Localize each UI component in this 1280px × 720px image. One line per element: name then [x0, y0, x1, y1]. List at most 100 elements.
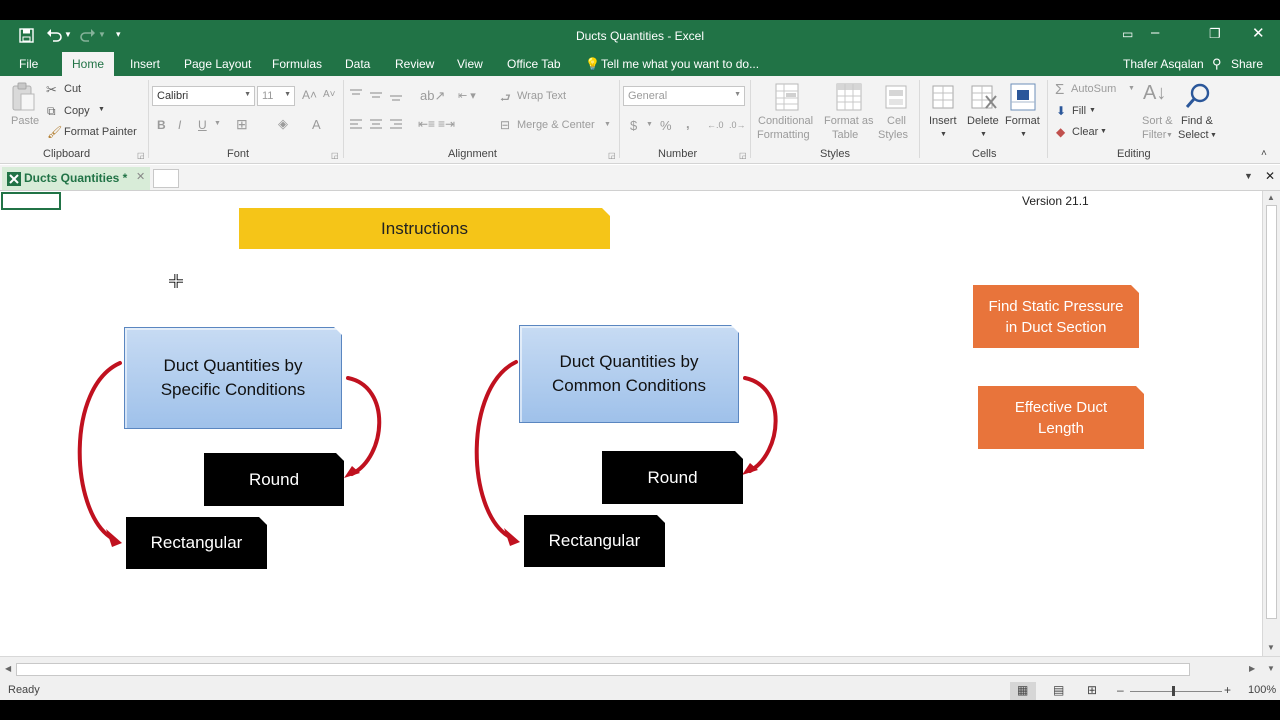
normal-view-icon[interactable]: ▦	[1017, 683, 1028, 697]
tab-page-layout[interactable]: Page Layout	[184, 57, 251, 71]
increase-decimal-icon[interactable]: ←.0	[707, 120, 724, 130]
number-format-combo[interactable]: General ▼	[623, 86, 745, 106]
workbook-tab[interactable]: Ducts Quantities * ✕	[2, 167, 150, 190]
tab-home[interactable]: Home	[62, 52, 115, 76]
cut-button[interactable]: Cut	[64, 83, 81, 95]
bold-button[interactable]: B	[157, 118, 166, 132]
insert-dropdown-icon[interactable]: ▼	[940, 131, 947, 138]
font-size-combo[interactable]: 11 ▼	[257, 86, 295, 106]
tab-list-dropdown-icon[interactable]: ▼	[1244, 171, 1253, 181]
delete-dropdown-icon[interactable]: ▼	[980, 131, 987, 138]
conditional-formatting-icon[interactable]	[774, 82, 802, 114]
tab-office-tab[interactable]: Office Tab	[507, 57, 561, 71]
fill-button[interactable]: Fill	[1072, 105, 1086, 117]
minimize-icon[interactable]: –	[1151, 24, 1159, 41]
ribbon-display-options-icon[interactable]: ▭	[1122, 27, 1133, 41]
zoom-level[interactable]: 100%	[1248, 684, 1276, 696]
insert-cells-icon[interactable]	[931, 82, 957, 114]
scroll-down-icon[interactable]: ▼	[1267, 643, 1275, 652]
indent-decrease-icon[interactable]: ⇤≡	[418, 117, 435, 131]
zoom-in-icon[interactable]: +	[1224, 683, 1231, 697]
sort-filter-button[interactable]: Sort &	[1142, 115, 1173, 127]
autosum-dropdown-icon[interactable]: ▼	[1128, 85, 1135, 92]
sort-dropdown-icon[interactable]: ▼	[1166, 132, 1173, 139]
close-workbook-icon[interactable]: ✕	[1265, 169, 1275, 183]
format-as-table-icon[interactable]	[835, 82, 863, 114]
grow-font-icon[interactable]: A˄	[302, 88, 317, 102]
find-select-icon[interactable]	[1184, 82, 1212, 110]
indent-icon[interactable]: ⇤ ▾	[458, 89, 476, 102]
tell-me-search[interactable]: Tell me what you want to do...	[601, 57, 759, 71]
specific-rectangular-button[interactable]: Rectangular	[126, 517, 267, 569]
conditional-formatting-button[interactable]: Conditional	[758, 115, 813, 127]
tab-view[interactable]: View	[457, 57, 483, 71]
user-name[interactable]: Thafer Asqalan	[1123, 57, 1204, 71]
merge-center-button[interactable]: Merge & Center	[517, 119, 595, 131]
italic-button[interactable]: I	[178, 118, 181, 132]
vertical-scroll-thumb[interactable]	[1266, 205, 1277, 619]
fill-color-icon[interactable]: ◈	[278, 116, 288, 132]
zoom-slider-thumb[interactable]	[1172, 686, 1175, 696]
paste-icon[interactable]	[10, 82, 36, 112]
collapse-ribbon-icon[interactable]: ˄	[1261, 148, 1267, 159]
format-dropdown-icon[interactable]: ▼	[1020, 131, 1027, 138]
specific-round-button[interactable]: Round	[204, 453, 344, 506]
scroll-down-icon[interactable]: ▼	[1267, 664, 1275, 673]
delete-cells-icon[interactable]	[970, 82, 998, 114]
scroll-right-icon[interactable]: ▶	[1249, 664, 1255, 673]
shrink-font-icon[interactable]: A˅	[323, 89, 336, 100]
delete-button[interactable]: Delete	[967, 115, 999, 127]
tab-data[interactable]: Data	[345, 57, 370, 71]
effective-duct-length-button[interactable]: Effective Duct Length	[978, 386, 1144, 449]
decrease-decimal-icon[interactable]: .0→	[729, 120, 746, 130]
tab-review[interactable]: Review	[395, 57, 434, 71]
horizontal-align-icons[interactable]	[348, 118, 410, 132]
cell-styles-button[interactable]: Cell	[887, 115, 906, 127]
common-rectangular-button[interactable]: Rectangular	[524, 515, 665, 567]
close-tab-icon[interactable]: ✕	[136, 170, 145, 183]
copy-dropdown-icon[interactable]: ▼	[98, 106, 105, 113]
specific-conditions-box[interactable]: Duct Quantities by Specific Conditions	[124, 327, 342, 429]
scroll-up-icon[interactable]: ▲	[1267, 193, 1275, 202]
cell-styles-icon[interactable]	[884, 82, 908, 114]
format-button[interactable]: Format	[1005, 115, 1040, 127]
comma-button[interactable]: ,	[686, 116, 690, 131]
scroll-left-icon[interactable]: ◀	[5, 664, 11, 673]
paste-button[interactable]: Paste	[11, 115, 39, 127]
number-launcher-icon[interactable]: ◲	[739, 151, 747, 160]
copy-button[interactable]: Copy	[64, 105, 90, 117]
new-tab-button[interactable]	[153, 169, 179, 188]
close-icon[interactable]: ✕	[1252, 24, 1265, 42]
zoom-slider-track[interactable]	[1130, 691, 1222, 692]
alignment-launcher-icon[interactable]: ◲	[608, 151, 616, 160]
common-round-button[interactable]: Round	[602, 451, 743, 504]
format-cells-icon[interactable]	[1009, 80, 1037, 114]
horizontal-scroll-thumb[interactable]	[16, 663, 1190, 676]
static-pressure-button[interactable]: Find Static Pressure in Duct Section	[973, 285, 1139, 348]
borders-icon[interactable]: ⊞	[236, 116, 248, 133]
font-name-combo[interactable]: Calibri ▼	[152, 86, 255, 106]
autosum-button[interactable]: AutoSum	[1071, 83, 1116, 95]
indent-increase-icon[interactable]: ≡⇥	[438, 117, 455, 131]
format-as-table-button[interactable]: Format as	[824, 115, 874, 127]
orientation-icon[interactable]: ab↗	[420, 88, 445, 104]
merge-dropdown-icon[interactable]: ▼	[604, 121, 611, 128]
clear-dropdown-icon[interactable]: ▼	[1100, 128, 1107, 135]
sort-filter-icon[interactable]: A↓	[1143, 82, 1166, 105]
tab-file[interactable]: File	[19, 57, 38, 71]
horizontal-scrollbar[interactable]: ◀ ▶ ▼	[0, 656, 1280, 682]
format-painter-button[interactable]: Format Painter	[64, 126, 137, 138]
find-select-button[interactable]: Find &	[1181, 115, 1213, 127]
insert-button[interactable]: Insert	[929, 115, 957, 127]
page-break-view-icon[interactable]: ⊞	[1087, 683, 1097, 697]
vertical-scrollbar[interactable]: ▲ ▼	[1262, 191, 1280, 656]
tab-formulas[interactable]: Formulas	[272, 57, 322, 71]
wrap-text-button[interactable]: Wrap Text	[517, 90, 566, 102]
find-dropdown-icon[interactable]: ▼	[1210, 132, 1217, 139]
underline-dropdown-icon[interactable]: ▼	[214, 120, 221, 127]
clear-button[interactable]: Clear	[1072, 126, 1098, 138]
vertical-align-icons[interactable]	[348, 88, 410, 102]
restore-icon[interactable]: ❐	[1209, 26, 1221, 42]
font-launcher-icon[interactable]: ◲	[331, 151, 339, 160]
font-color-icon[interactable]: A	[312, 117, 321, 132]
